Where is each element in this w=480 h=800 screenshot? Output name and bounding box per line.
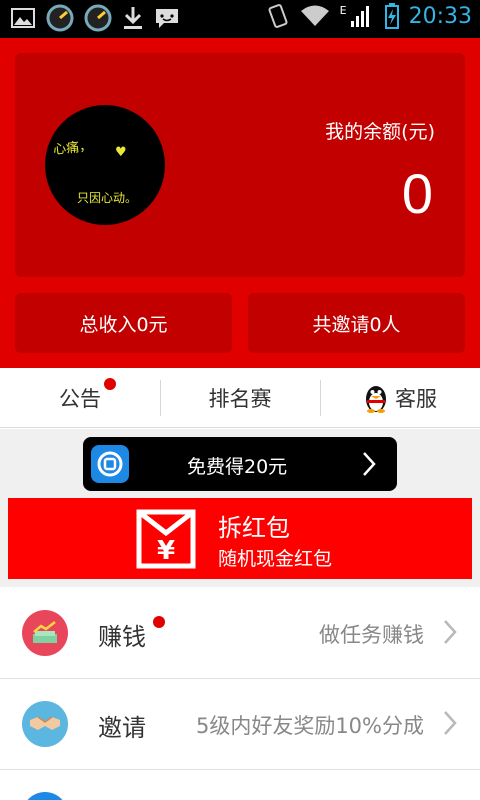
list-item-invite[interactable]: 邀请 5级内好友奖励10%分成 <box>0 679 480 770</box>
heart-icon: ♥ <box>115 145 127 160</box>
chevron-right-icon <box>363 452 376 476</box>
tab-bar: 公告 排名赛 客服 <box>0 368 480 428</box>
red-packet-button[interactable]: ¥ 拆红包 随机现金红包 <box>8 498 472 579</box>
tab-ranking[interactable]: 排名赛 <box>160 368 320 428</box>
speedometer-icon <box>46 4 74 32</box>
wifi-icon <box>300 5 329 26</box>
profile-header: 心痛， ♥ 只因心动。 我的余额(元) 0 总收入0元 共邀请0人 <box>0 38 480 368</box>
avatar-text-top: 心痛， <box>52 138 93 158</box>
avatar[interactable]: 心痛， ♥ 只因心动。 <box>45 105 165 225</box>
notification-dot <box>104 378 116 390</box>
earn-title: 赚钱 <box>98 623 146 651</box>
chevron-right-icon <box>444 620 457 644</box>
red-envelope-yen-icon: ¥ <box>136 509 196 569</box>
qq-penguin-icon <box>366 386 386 413</box>
system-indicators: E 20:33 <box>266 3 472 29</box>
promo-label: 免费得20元 <box>187 456 288 478</box>
balance-value: 0 <box>401 162 433 225</box>
total-income-button[interactable]: 总收入0元 <box>15 293 232 353</box>
red-packet-title: 拆红包 <box>218 514 290 542</box>
total-invites-button[interactable]: 共邀请0人 <box>248 293 465 353</box>
menu-list: 赚钱 做任务赚钱 邀请 5级内好友奖励10%分成 <box>0 588 480 800</box>
avatar-text-bottom: 只因心动。 <box>77 191 138 205</box>
list-item-earn[interactable]: 赚钱 做任务赚钱 <box>0 588 480 679</box>
battery-charging-icon <box>384 3 399 29</box>
promo-area: 免费得20元 ¥ 拆红包 随机现金红包 <box>0 429 480 587</box>
vibrate-icon <box>268 4 288 28</box>
network-type-label: E <box>339 3 347 17</box>
image-notification-icon <box>11 8 35 28</box>
notification-icons <box>10 4 180 32</box>
notification-dot <box>153 616 165 628</box>
invite-title: 邀请 <box>98 714 146 742</box>
handshake-icon <box>22 701 68 747</box>
balance-card: 心痛， ♥ 只因心动。 我的余额(元) 0 <box>15 53 465 277</box>
tab-announcement[interactable]: 公告 <box>0 368 160 428</box>
tab-ranking-label: 排名赛 <box>208 387 272 411</box>
chevron-right-icon <box>444 711 457 735</box>
tab-customer-service-label: 客服 <box>395 387 437 411</box>
status-bar: E 20:33 <box>0 0 480 38</box>
money-chart-icon <box>22 610 68 656</box>
balance-label: 我的余额(元) <box>325 121 435 143</box>
download-icon <box>124 7 142 29</box>
clock: 20:33 <box>408 3 472 29</box>
list-item-partial[interactable] <box>0 770 480 800</box>
free-20-yuan-banner[interactable]: 免费得20元 <box>83 437 397 491</box>
invite-description: 5级内好友奖励10%分成 <box>195 714 424 738</box>
tab-announcement-label: 公告 <box>59 387 101 411</box>
earn-description: 做任务赚钱 <box>319 623 424 647</box>
app-icon <box>91 445 129 483</box>
signal-icon <box>350 6 369 27</box>
tab-customer-service[interactable]: 客服 <box>320 368 480 428</box>
svg-text:¥: ¥ <box>157 536 175 566</box>
message-icon <box>156 9 178 28</box>
list-item-icon <box>22 792 68 800</box>
speedometer-icon-2 <box>84 4 112 32</box>
red-packet-subtitle: 随机现金红包 <box>218 548 333 570</box>
